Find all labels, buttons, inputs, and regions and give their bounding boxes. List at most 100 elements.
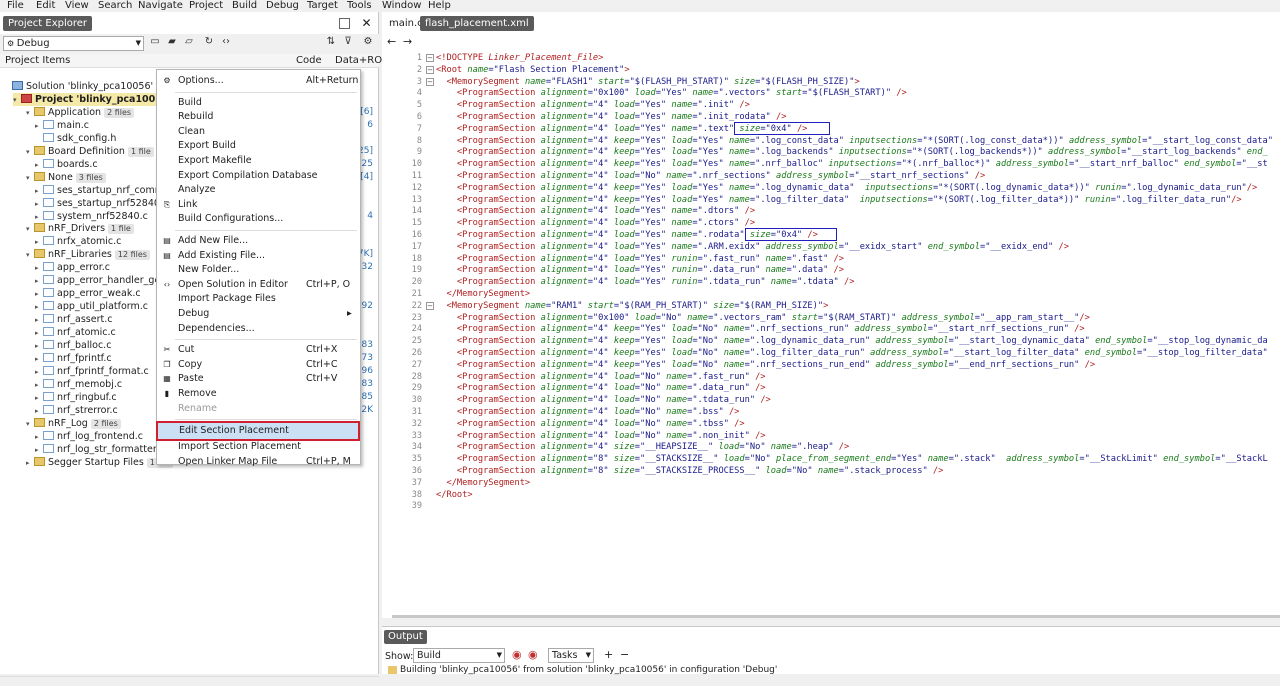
expand-toggle-icon[interactable]: ▸ (26, 457, 34, 470)
menu-item-export-makefile[interactable]: Export Makefile (157, 154, 360, 168)
tree-item[interactable]: ▸ nrf_atomic.c (35, 326, 116, 339)
back-arrow-icon[interactable]: ← (387, 35, 396, 48)
configuration-select[interactable]: ⚙ Debug ▼ (3, 36, 144, 51)
tree-item[interactable]: ▾ None 3 files (26, 171, 106, 184)
menu-project[interactable]: Project (189, 0, 223, 11)
menu-item-new-folder[interactable]: New Folder... (157, 263, 360, 277)
settings-icon[interactable]: ⚙ (362, 36, 374, 48)
forward-arrow-icon[interactable]: → (403, 35, 412, 48)
tree-item[interactable]: ▸ app_error_handler_gcc.c (35, 274, 173, 287)
fold-toggle-icon[interactable]: − (426, 77, 434, 86)
menu-target[interactable]: Target (307, 0, 338, 11)
menu-item-add-existing-file[interactable]: ▤ Add Existing File... (157, 249, 360, 263)
fold-toggle-icon[interactable]: − (426, 54, 434, 62)
tree-item[interactable]: ▾ Project 'blinky_pca10056' (13, 92, 171, 106)
menu-item-link[interactable]: ⎘ Link (157, 198, 360, 212)
menu-item-export-compilation-database[interactable]: Export Compilation Database (157, 169, 360, 183)
menu-help[interactable]: Help (428, 0, 451, 11)
menu-build[interactable]: Build (232, 0, 257, 11)
tree-item[interactable]: Solution 'blinky_pca10056' (4, 80, 153, 93)
column-project-items[interactable]: Project Items (5, 55, 70, 66)
expand-toggle-icon[interactable]: ▾ (26, 418, 34, 431)
menu-item-build-configurations[interactable]: Build Configurations... (157, 212, 360, 226)
tree-item[interactable]: ▾ nRF_Log 2 files (26, 417, 121, 430)
expand-toggle-icon[interactable]: ▾ (26, 223, 34, 236)
menu-item-cut[interactable]: ✂ Cut Ctrl+X (157, 343, 360, 357)
tree-item[interactable]: ▸ nrf_log_str_formatter.c (35, 443, 164, 456)
output-tab[interactable]: Output (384, 630, 427, 644)
tree-item[interactable]: ▾ Board Definition 1 file (26, 145, 154, 158)
menu-item-debug[interactable]: Debug ▸ (157, 307, 360, 321)
tree-item[interactable]: ▸ nrfx_atomic.c (35, 235, 121, 248)
tree-item[interactable]: ▸ nrf_fprintf_format.c (35, 365, 149, 378)
tree-item[interactable]: ▸ app_error.c (35, 261, 110, 274)
add-icon[interactable]: + (604, 648, 613, 661)
tree-item[interactable]: ▸ nrf_balloc.c (35, 339, 111, 352)
tree-item[interactable]: ▸ nrf_fprintf.c (35, 352, 112, 365)
menu-item-import-package-files[interactable]: Import Package Files (157, 292, 360, 306)
tree-item[interactable]: ▸ nrf_memobj.c (35, 378, 122, 391)
column-code[interactable]: Code (296, 55, 322, 66)
filter-icon[interactable]: ⊽ (342, 36, 354, 48)
tree-item[interactable]: ▸ boards.c (35, 158, 98, 171)
menu-tools[interactable]: Tools (347, 0, 372, 11)
tree-item[interactable]: ▸ app_error_weak.c (35, 287, 141, 300)
menu-item-analyze[interactable]: Analyze (157, 183, 360, 197)
sort-icon[interactable]: ⇅ (325, 36, 337, 48)
pin-icon[interactable]: ◉ (512, 648, 522, 661)
menu-item-rebuild[interactable]: Rebuild (157, 110, 360, 124)
menu-edit[interactable]: Edit (36, 0, 55, 11)
menu-debug[interactable]: Debug (266, 0, 299, 11)
project-explorer-tab[interactable]: Project Explorer (3, 16, 93, 31)
folder-open-icon[interactable]: ▰ (166, 36, 178, 48)
pin-alt-icon[interactable]: ◉ (528, 648, 538, 661)
menu-item-dependencies[interactable]: Dependencies... (157, 322, 360, 336)
tree-item[interactable]: ▸ nrf_ringbuf.c (35, 391, 117, 404)
menu-item-open-linker-map-file[interactable]: Open Linker Map File Ctrl+P, M (157, 455, 360, 469)
tree-item[interactable]: ▸ app_util_platform.c (35, 300, 148, 313)
new-folder-icon[interactable]: ▱ (183, 36, 195, 48)
window-icon[interactable]: ▭ (149, 36, 161, 48)
editor-tab[interactable]: flash_placement.xml (420, 16, 534, 31)
fold-toggle-icon[interactable]: − (426, 65, 434, 74)
tree-item[interactable]: ▸ system_nrf52840.c (35, 210, 148, 223)
menu-item-clean[interactable]: Clean (157, 125, 360, 139)
minus-icon[interactable]: − (620, 648, 629, 661)
maximize-icon[interactable] (339, 18, 350, 29)
output-show-select[interactable]: Build ▼ (413, 648, 505, 663)
menu-item-export-build[interactable]: Export Build (157, 139, 360, 153)
tree-item[interactable]: ▸Segger Startup Files1 file (26, 456, 173, 469)
explorer-horizontal-scrollbar[interactable] (0, 676, 379, 686)
menu-item-remove[interactable]: ▮ Remove (157, 387, 360, 401)
menu-item-import-section-placement[interactable]: Import Section Placement (157, 440, 360, 454)
menu-navigate[interactable]: Navigate (138, 0, 183, 11)
menu-search[interactable]: Search (98, 0, 132, 11)
tree-item[interactable]: ▾ nRF_Drivers 1 file (26, 222, 134, 235)
code-view-icon[interactable]: ‹› (220, 36, 232, 48)
tree-item[interactable]: ▸ nrf_assert.c (35, 313, 112, 326)
tree-item[interactable]: ▸ ses_startup_nrf52840.s (35, 197, 168, 210)
close-icon[interactable]: ✕ (360, 17, 373, 30)
menu-item-copy[interactable]: ❐ Copy Ctrl+C (157, 358, 360, 372)
tree-item[interactable]: ▸ nrf_strerror.c (35, 404, 118, 417)
menu-item-open-solution-in-editor[interactable]: ‹› Open Solution in Editor Ctrl+P, O (157, 278, 360, 292)
menu-item-paste[interactable]: ▦ Paste Ctrl+V (157, 372, 360, 386)
tasks-select[interactable]: Tasks ▼ (548, 648, 594, 663)
fold-toggle-icon[interactable]: − (426, 301, 434, 310)
tree-item[interactable]: ▾ Application 2 files (26, 106, 135, 119)
refresh-icon[interactable]: ↻ (203, 36, 215, 48)
expand-toggle-icon[interactable]: ▾ (26, 172, 34, 185)
tree-item[interactable]: ▸ nrf_log_frontend.c (35, 430, 143, 443)
column-data-ro[interactable]: Data+RO (335, 55, 382, 66)
menu-item-options[interactable]: ⚙ Options... Alt+Return (157, 74, 360, 88)
tree-item[interactable]: ▾ nRF_Libraries 12 files (26, 248, 150, 261)
editor-horizontal-scrollbar[interactable] (392, 615, 1280, 618)
expand-toggle-icon[interactable]: ▾ (26, 249, 34, 262)
menu-view[interactable]: View (65, 0, 89, 11)
expand-toggle-icon[interactable]: ▾ (26, 146, 34, 159)
menu-item-build[interactable]: Build (157, 96, 360, 110)
tree-item[interactable]: sdk_config.h (35, 132, 116, 145)
menu-file[interactable]: File (7, 0, 24, 11)
menu-item-add-new-file[interactable]: ▤ Add New File... (157, 234, 360, 248)
code-area[interactable]: <!DOCTYPE Linker_Placement_File> <Root na… (426, 52, 1280, 610)
